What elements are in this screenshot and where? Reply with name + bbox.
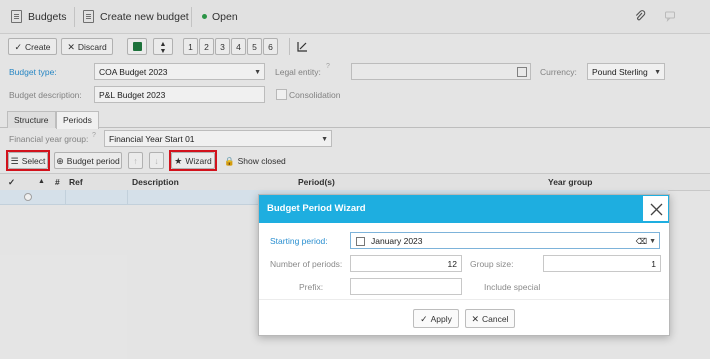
dialog-title: Budget Period Wizard: [267, 203, 366, 214]
number-of-periods-label: Number of periods:: [270, 259, 343, 269]
group-size-label: Group size:: [470, 259, 514, 269]
calendar-icon: [356, 237, 365, 246]
x-icon: ✕: [471, 314, 480, 324]
include-special-label: Include special: [484, 282, 541, 292]
check-icon: ✓: [420, 314, 428, 324]
apply-button-label: Apply: [430, 314, 452, 324]
starting-period-label: Starting period:: [270, 236, 328, 246]
cancel-button[interactable]: ✕ Cancel: [465, 309, 515, 328]
cancel-button-label: Cancel: [482, 314, 509, 324]
dropdown-caret-icon: ▼: [649, 238, 656, 245]
dialog-header: Budget Period Wizard: [259, 195, 669, 223]
prefix-label: Prefix:: [299, 282, 324, 292]
number-of-periods-input[interactable]: 12: [350, 255, 462, 272]
number-of-periods-value: 12: [447, 259, 457, 269]
starting-period-value: January 2023: [371, 236, 423, 246]
prefix-input[interactable]: [350, 278, 462, 295]
close-icon: [650, 203, 663, 216]
close-button[interactable]: [642, 195, 669, 222]
clear-icon[interactable]: ⌫: [636, 233, 647, 250]
budget-period-wizard-dialog: Budget Period Wizard Starting period: Ja…: [258, 194, 670, 336]
group-size-input[interactable]: 1: [543, 255, 661, 272]
starting-period-select[interactable]: January 2023 ⌫ ▼: [350, 232, 660, 249]
apply-button[interactable]: ✓ Apply: [413, 309, 459, 328]
dialog-divider: [259, 299, 669, 300]
group-size-value: 1: [651, 259, 656, 269]
